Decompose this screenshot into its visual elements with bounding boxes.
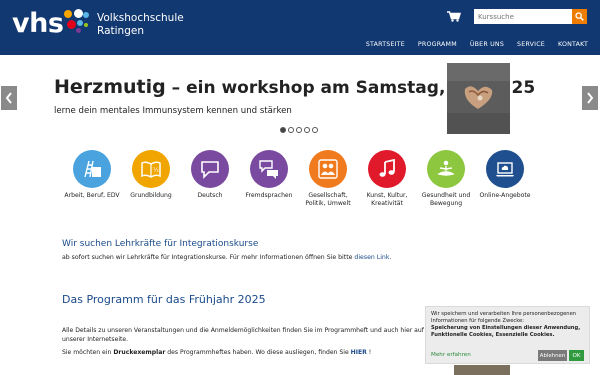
category-gesundheit[interactable]: Gesundheit und Bewegung [416, 150, 476, 208]
teachers-text-body: ab sofort suchen wir Lehrkräfte für Inte… [62, 254, 355, 261]
program-heading: Das Programm für das Frühjahr 2025 [62, 293, 266, 306]
category-label: Gesundheit und Bewegung [421, 192, 471, 207]
slide-dot-4[interactable] [304, 127, 310, 133]
open-book-icon: ½ [141, 161, 161, 178]
category-circle [309, 150, 347, 188]
category-circle [250, 150, 288, 188]
search-input[interactable] [474, 9, 572, 24]
slide-indicators [280, 127, 318, 133]
ladder-folder-icon [84, 160, 101, 178]
logo-text: vhs [12, 8, 64, 39]
slider-next-button[interactable] [582, 86, 598, 110]
teachers-link[interactable]: diesen Link [354, 254, 389, 261]
laptop-cloud-icon [496, 162, 514, 177]
nav-startseite[interactable]: STARTSEITE [366, 41, 405, 48]
yoga-icon [437, 160, 455, 176]
program-print-start: Sie möchten ein [62, 349, 114, 356]
category-label: Gesellschaft, Politik, Umwelt [305, 192, 351, 207]
category-label: Deutsch [197, 192, 223, 199]
teachers-heading: Wir suchen Lehrkräfte für Integrationsku… [62, 239, 259, 249]
program-cover-image[interactable] [454, 365, 510, 375]
nav-programm[interactable]: PROGRAMM [418, 41, 457, 48]
category-label: Fremdsprachen [245, 192, 293, 199]
svg-text:½: ½ [153, 167, 159, 174]
page: vhs Volkshochschule Ratingen Kurssuche S… [0, 0, 600, 375]
teachers-text: ab sofort suchen wir Lehrkräfte für Inte… [62, 254, 391, 261]
school-name-line1: Volkshochschule [97, 12, 184, 24]
category-fremdsprachen[interactable]: Fremdsprachen [239, 150, 299, 200]
slider-prev-button[interactable] [1, 86, 17, 110]
cookie-decline-button[interactable]: Ablehnen [538, 350, 567, 361]
chevron-left-icon [5, 92, 12, 104]
category-kunst[interactable]: Kunst, Kultur, Kreativität [357, 150, 417, 208]
program-print-end: ! [366, 349, 372, 356]
program-print-mid: des Programmheftes haben. Wo diese ausli… [165, 349, 351, 356]
category-grid: Arbeit, Beruf, EDV ½ Grundbildung Deutsc… [62, 150, 542, 220]
program-text: Alle Details zu unseren Veranstaltungen … [62, 327, 424, 343]
music-note-icon [379, 159, 395, 177]
category-deutsch[interactable]: Deutsch [180, 150, 240, 200]
cookie-text: Wir speichern und verarbeiten Ihre perso… [431, 311, 589, 339]
slide-title-main: Herzmutig [54, 76, 166, 98]
cookie-ok-button[interactable]: OK [569, 350, 584, 361]
site-header: vhs Volkshochschule Ratingen Kurssuche S… [0, 0, 600, 55]
chevron-right-icon [587, 92, 594, 104]
nav-kontakt[interactable]: KONTAKT [558, 41, 588, 48]
category-circle [191, 150, 229, 188]
category-circle: ½ [132, 150, 170, 188]
gingerbread-heart-image [447, 63, 510, 134]
slide-image[interactable] [447, 63, 510, 134]
nav-ueber-uns[interactable]: ÜBER UNS [470, 41, 504, 48]
slide-dot-1[interactable] [280, 127, 286, 133]
category-circle [368, 150, 406, 188]
slide-subtitle: lerne dein mentales Immunsystem kennen u… [54, 106, 292, 116]
program-print-text: Sie möchten ein Druckexemplar des Progra… [62, 349, 371, 356]
category-grundbildung[interactable]: ½ Grundbildung [121, 150, 181, 200]
category-circle [73, 150, 111, 188]
cookie-intro: Wir speichern und verarbeiten Ihre perso… [431, 311, 577, 324]
slide-dot-5[interactable] [312, 127, 318, 133]
main-navigation: STARTSEITE PROGRAMM ÜBER UNS SERVICE KON… [353, 41, 588, 48]
logo-dots-icon [61, 9, 101, 45]
school-name-line2: Ratingen [97, 25, 144, 37]
search-button[interactable] [572, 9, 587, 24]
category-label: Arbeit, Beruf, EDV [64, 192, 120, 199]
category-circle [486, 150, 524, 188]
school-name[interactable]: Volkshochschule Ratingen [97, 12, 184, 38]
speech-bubbles-icon [259, 160, 278, 179]
category-label: Kunst, Kultur, Kreativität [366, 192, 408, 207]
category-label: Grundbildung [130, 192, 172, 199]
category-label: Online-Angebote [479, 192, 531, 199]
cookie-purposes: Speicherung von Einstellungen dieser Anw… [431, 325, 581, 338]
cookie-more-link[interactable]: Mehr erfahren [431, 352, 471, 358]
hier-link[interactable]: HIER [351, 349, 367, 356]
slide-dot-2[interactable] [288, 127, 294, 133]
speech-bubble-icon [201, 161, 219, 179]
program-print-bold: Druckexemplar [113, 349, 166, 356]
category-online[interactable]: Online-Angebote [475, 150, 535, 200]
category-circle [427, 150, 465, 188]
people-icon [318, 159, 338, 179]
slide-dot-3[interactable] [296, 127, 302, 133]
search-icon [575, 12, 584, 21]
cookie-banner: Wir speichern und verarbeiten Ihre perso… [425, 306, 590, 364]
nav-service[interactable]: SERVICE [517, 41, 545, 48]
teachers-text-end: . [389, 254, 392, 261]
category-arbeit[interactable]: Arbeit, Beruf, EDV [62, 150, 122, 200]
category-gesellschaft[interactable]: Gesellschaft, Politik, Umwelt [298, 150, 358, 208]
cart-icon[interactable] [447, 11, 461, 22]
